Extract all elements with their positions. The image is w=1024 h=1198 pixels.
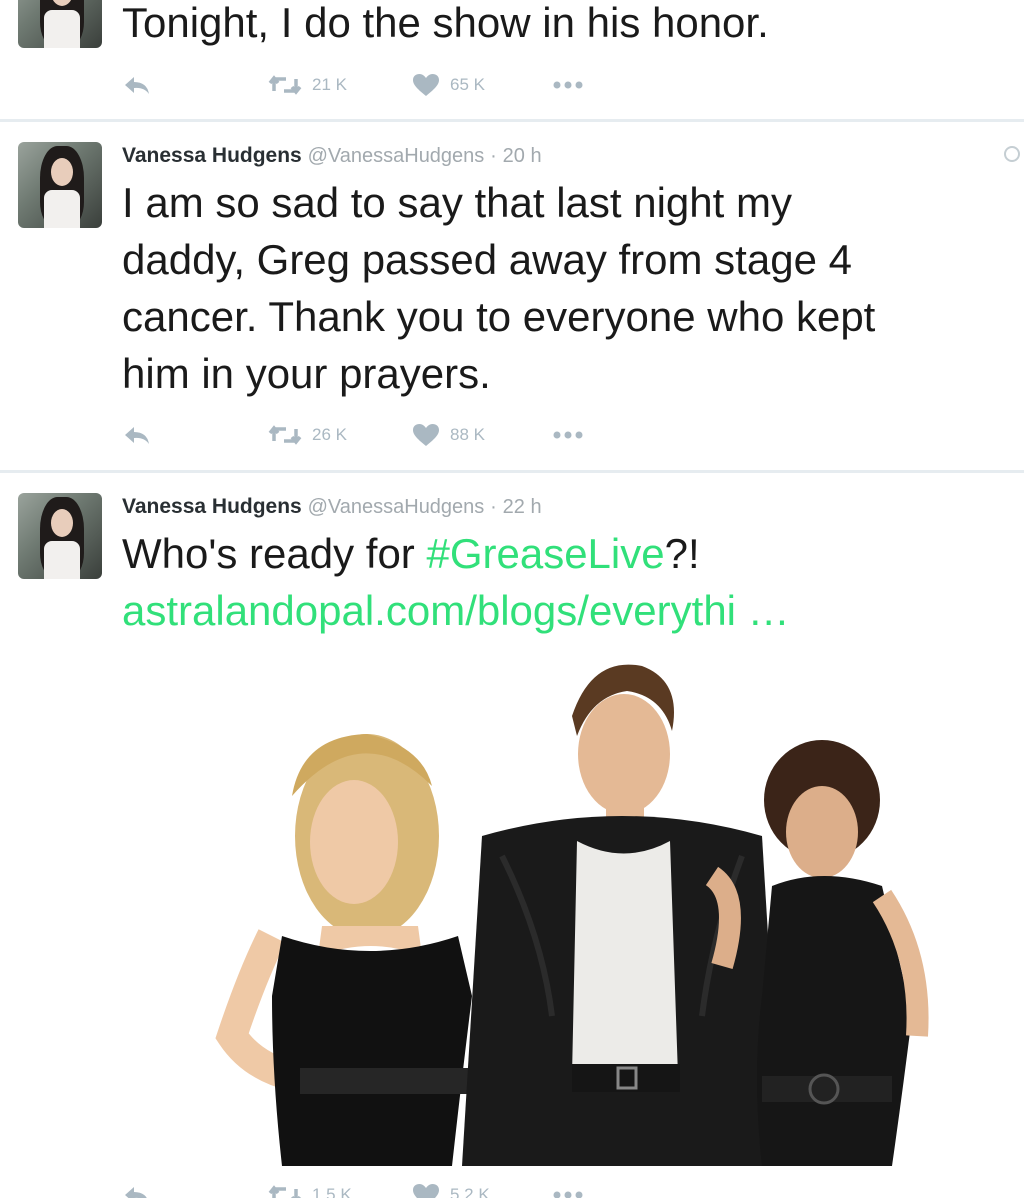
retweet-button[interactable]: 21 K (268, 70, 347, 100)
more-icon (553, 81, 583, 89)
reply-button[interactable] (122, 420, 152, 450)
retweet-button[interactable]: 1.5 K (268, 1180, 352, 1198)
heart-icon (413, 1184, 439, 1198)
heart-icon (413, 74, 439, 96)
woman-left (215, 734, 472, 1166)
avatar-dress (44, 541, 80, 579)
tweet-header: Vanessa Hudgens @VanessaHudgens · 22 h (122, 495, 542, 519)
like-count: 88 K (450, 425, 485, 444)
like-count: 65 K (450, 75, 485, 94)
reply-button[interactable] (122, 70, 152, 100)
retweet-icon (268, 425, 302, 445)
tweet-actions: 21 K 65 K (122, 70, 642, 100)
avatar[interactable] (18, 142, 102, 228)
more-button[interactable] (552, 420, 584, 450)
like-button[interactable]: 5.2 K (412, 1180, 490, 1198)
more-icon (553, 1191, 583, 1198)
retweet-count: 26 K (312, 425, 347, 444)
avatar-face (51, 158, 73, 186)
reply-button[interactable] (122, 1180, 152, 1198)
tweet-actions: 1.5 K 5.2 K (122, 1180, 642, 1198)
tweet-text: Who's ready for #GreaseLive?! astralando… (122, 525, 790, 639)
like-count: 5.2 K (450, 1185, 490, 1198)
author-name[interactable]: Vanessa Hudgens (122, 144, 302, 167)
avatar-face (51, 509, 73, 537)
author-name[interactable]: Vanessa Hudgens (122, 495, 302, 518)
meta-separator: · (490, 496, 497, 518)
like-button[interactable]: 65 K (412, 70, 485, 100)
tweet-text-prefix: Who's ready for (122, 530, 427, 577)
avatar[interactable] (18, 0, 102, 48)
avatar[interactable] (18, 493, 102, 579)
url-link[interactable]: astralandopal.com/blogs/everythi … (122, 582, 790, 639)
reply-icon (125, 1187, 147, 1198)
author-handle[interactable]: @VanessaHudgens (308, 145, 485, 167)
reply-icon (125, 427, 149, 444)
avatar-dress (44, 190, 80, 228)
tweet-1: Tonight, I do the show in his honor. 21 … (0, 0, 1024, 118)
more-icon (553, 431, 583, 439)
cast-photo-illustration (215, 664, 929, 1166)
tweet-text-line: him in your prayers. (122, 350, 491, 397)
tweet-text-line: daddy, Greg passed away from stage 4 (122, 236, 852, 283)
tweet-header: Vanessa Hudgens @VanessaHudgens · 20 h (122, 144, 542, 168)
tweet-text-line: I am so sad to say that last night my (122, 179, 792, 226)
meta-separator: · (490, 145, 497, 167)
retweet-count: 21 K (312, 75, 347, 94)
tweet-time[interactable]: 22 h (503, 496, 542, 518)
heart-icon (413, 424, 439, 446)
tweet-2: Vanessa Hudgens @VanessaHudgens · 20 h I… (0, 122, 1024, 470)
tweet-text: I am so sad to say that last night my da… (122, 174, 875, 402)
like-button[interactable]: 88 K (412, 420, 485, 450)
tweet-text: Tonight, I do the show in his honor. (122, 0, 769, 46)
more-button[interactable] (552, 70, 584, 100)
tweet-actions: 26 K 88 K (122, 420, 642, 450)
more-button[interactable] (552, 1180, 584, 1198)
retweet-icon (268, 75, 302, 95)
author-handle[interactable]: @VanessaHudgens (308, 496, 485, 518)
avatar-dress (44, 10, 80, 48)
retweet-button[interactable]: 26 K (268, 420, 347, 450)
reply-icon (125, 77, 149, 94)
tweet-text-line: cancer. Thank you to everyone who kept (122, 293, 876, 340)
tweet-time[interactable]: 20 h (503, 145, 542, 167)
tweet-photo[interactable] (122, 636, 1024, 1166)
caret-icon[interactable] (1004, 146, 1020, 162)
tweet-text-suffix: ?! (664, 530, 700, 577)
tweet-text-line: Who's ready for #GreaseLive?! (122, 525, 790, 582)
hashtag-link[interactable]: #GreaseLive (426, 530, 664, 577)
retweet-count: 1.5 K (312, 1185, 352, 1198)
retweet-icon (268, 1185, 302, 1198)
